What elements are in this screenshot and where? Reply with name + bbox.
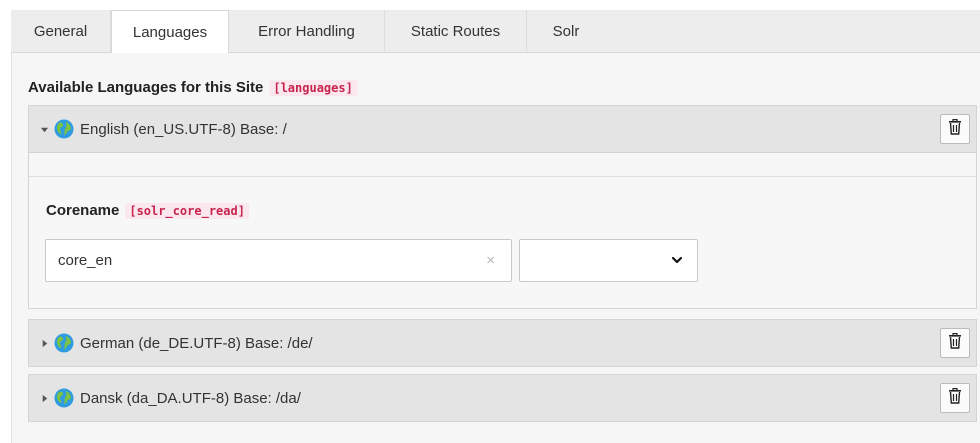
delete-language-button[interactable] [940, 383, 970, 413]
language-body-english: Corename [solr_core_read] core_en × [29, 152, 976, 308]
site-configuration-page: General Languages Error Handling Static … [0, 0, 980, 443]
clear-icon[interactable]: × [486, 252, 495, 269]
language-label: Dansk (da_DA.UTF-8) Base: /da/ [80, 389, 301, 407]
language-item-dansk: Dansk (da_DA.UTF-8) Base: /da/ [28, 374, 977, 422]
language-header-german[interactable]: German (de_DE.UTF-8) Base: /de/ [29, 320, 976, 366]
language-body-divider [29, 153, 976, 177]
corename-select[interactable] [519, 239, 698, 282]
globe-icon [54, 333, 74, 353]
caret-right-icon[interactable] [40, 394, 54, 403]
language-label: German (de_DE.UTF-8) Base: /de/ [80, 334, 313, 352]
trash-icon [948, 332, 962, 354]
tab-static-routes[interactable]: Static Routes [385, 10, 527, 53]
corename-input-value: core_en [58, 252, 113, 269]
corename-field-code: [solr_core_read] [125, 202, 249, 219]
language-fields: Corename [solr_core_read] core_en × [29, 177, 976, 308]
languages-panel: Available Languages for this Site [langu… [11, 53, 980, 443]
caret-right-icon[interactable] [40, 339, 54, 348]
language-header-dansk[interactable]: Dansk (da_DA.UTF-8) Base: /da/ [29, 375, 976, 421]
delete-language-button[interactable] [940, 328, 970, 358]
caret-down-icon[interactable] [40, 125, 54, 134]
section-title-text: Available Languages for this Site [28, 79, 264, 96]
delete-language-button[interactable] [940, 114, 970, 144]
trash-icon [948, 387, 962, 409]
trash-icon [948, 118, 962, 140]
language-header-english[interactable]: English (en_US.UTF-8) Base: / [29, 106, 976, 152]
section-title: Available Languages for this Site [langu… [28, 79, 357, 96]
section-field-code: [languages] [269, 79, 357, 96]
tab-languages[interactable]: Languages [111, 10, 229, 54]
tab-solr[interactable]: Solr [527, 10, 605, 53]
globe-icon [54, 388, 74, 408]
language-item-german: German (de_DE.UTF-8) Base: /de/ [28, 319, 977, 367]
tab-error-handling[interactable]: Error Handling [229, 10, 385, 53]
corename-label: Corename [solr_core_read] [46, 202, 249, 219]
tab-general[interactable]: General [11, 10, 111, 53]
chevron-down-icon [671, 253, 683, 271]
language-label: English (en_US.UTF-8) Base: / [80, 120, 287, 138]
tab-bar: General Languages Error Handling Static … [11, 10, 980, 54]
corename-input[interactable]: core_en × [45, 239, 512, 282]
language-item-english: English (en_US.UTF-8) Base: / Corename [… [28, 105, 977, 309]
globe-icon [54, 119, 74, 139]
corename-label-text: Corename [46, 202, 120, 219]
